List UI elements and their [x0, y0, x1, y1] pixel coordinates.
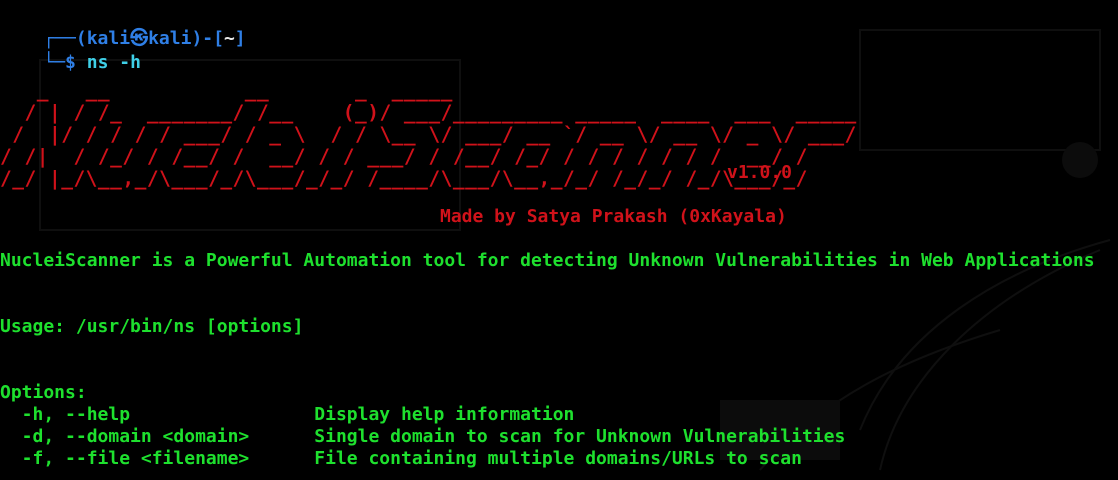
option-flag: -d, --domain <domain>: [0, 426, 315, 447]
option-flag: -f, --file <filename>: [0, 448, 315, 469]
option-description: Display help information: [314, 404, 575, 425]
option-description: File containing multiple domains/URLs to…: [314, 448, 802, 469]
usage-line: Usage: /usr/bin/ns [options]: [0, 316, 304, 337]
option-row: -h, --help Display help information: [0, 404, 575, 426]
option-row: -d, --domain <domain> Single domain to s…: [0, 426, 846, 448]
tool-description: NucleiScanner is a Powerful Automation t…: [0, 250, 1095, 271]
prompt-deco-close: )-[: [191, 28, 224, 49]
prompt-host: kali: [148, 28, 192, 49]
prompt-directory: ~: [223, 28, 235, 49]
options-header: Options:: [0, 382, 87, 403]
option-description: Single domain to scan for Unknown Vulner…: [314, 426, 846, 447]
option-row: -f, --file <filename> File containing mu…: [0, 448, 802, 470]
command-text: ns -h: [86, 52, 141, 73]
prompt-deco-end: ]: [234, 28, 246, 49]
version-label: v1.0.0: [727, 162, 793, 183]
prompt-dollar: $: [65, 52, 87, 73]
author-credit: Made by Satya Prakash (0xKayala): [440, 206, 787, 227]
terminal-window[interactable]: ┌──(kali㉿kali)-[~] └─$ ns -h _ __ __ _ _…: [0, 0, 1118, 480]
option-flag: -h, --help: [0, 404, 315, 425]
prompt-deco-bottom: └─: [43, 52, 66, 73]
